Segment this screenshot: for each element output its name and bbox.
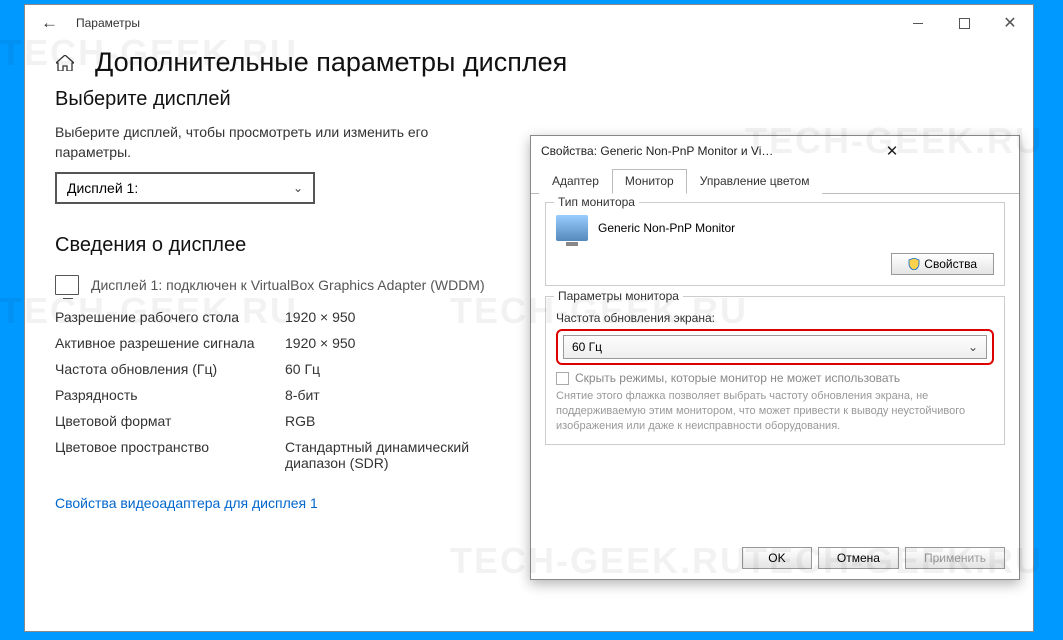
tab-монитор[interactable]: Монитор bbox=[612, 169, 687, 194]
select-display-heading: Выберите дисплей bbox=[55, 88, 1003, 111]
cancel-button[interactable]: Отмена bbox=[818, 547, 899, 569]
info-label: Активное разрешение сигнала bbox=[55, 335, 285, 351]
display-dropdown-value: Дисплей 1: bbox=[67, 180, 138, 196]
maximize-button[interactable] bbox=[941, 5, 987, 41]
apply-button[interactable]: Применить bbox=[905, 547, 1005, 569]
info-value: RGB bbox=[285, 413, 315, 429]
home-icon[interactable] bbox=[55, 54, 75, 72]
titlebar: ← Параметры ✕ bbox=[25, 5, 1033, 41]
window-title: Параметры bbox=[76, 16, 895, 30]
hide-modes-hint: Снятие этого флажка позволяет выбрать ча… bbox=[556, 389, 994, 434]
dialog-title: Свойства: Generic Non-PnP Monitor и Virt… bbox=[541, 144, 775, 158]
chevron-down-icon: ⌄ bbox=[293, 181, 303, 195]
info-value: Стандартный динамический диапазон (SDR) bbox=[285, 439, 485, 471]
monitor-type-icon bbox=[556, 215, 588, 241]
refresh-rate-highlight: 60 Гц ⌄ bbox=[556, 329, 994, 365]
adapter-properties-link[interactable]: Свойства видеоадаптера для дисплея 1 bbox=[55, 495, 318, 511]
chevron-down-icon: ⌄ bbox=[968, 340, 978, 354]
monitor-type-name: Generic Non-PnP Monitor bbox=[598, 221, 735, 235]
info-value: 60 Гц bbox=[285, 361, 320, 377]
info-value: 1920 × 950 bbox=[285, 335, 355, 351]
close-button[interactable]: ✕ bbox=[987, 5, 1033, 41]
minimize-button[interactable] bbox=[895, 5, 941, 41]
tab-адаптер[interactable]: Адаптер bbox=[539, 169, 612, 194]
info-label: Разрядность bbox=[55, 387, 285, 403]
info-value: 1920 × 950 bbox=[285, 309, 355, 325]
shield-icon bbox=[908, 258, 920, 270]
display-dropdown[interactable]: Дисплей 1: ⌄ bbox=[55, 172, 315, 204]
monitor-properties-button[interactable]: Свойства bbox=[891, 253, 994, 275]
refresh-rate-dropdown[interactable]: 60 Гц ⌄ bbox=[563, 335, 987, 359]
dialog-close-button[interactable]: ✕ bbox=[775, 142, 1009, 160]
monitor-type-group: Тип монитора Generic Non-PnP Monitor Сво… bbox=[545, 202, 1005, 286]
refresh-rate-label: Частота обновления экрана: bbox=[556, 311, 715, 325]
monitor-params-group: Параметры монитора Частота обновления эк… bbox=[545, 296, 1005, 445]
info-label: Цветовое пространство bbox=[55, 439, 285, 471]
refresh-rate-value: 60 Гц bbox=[572, 340, 602, 354]
monitor-properties-dialog: Свойства: Generic Non-PnP Monitor и Virt… bbox=[530, 135, 1020, 580]
info-label: Разрешение рабочего стола bbox=[55, 309, 285, 325]
monitor-params-legend: Параметры монитора bbox=[554, 289, 683, 303]
info-label: Частота обновления (Гц) bbox=[55, 361, 285, 377]
tab-управление-цветом[interactable]: Управление цветом bbox=[687, 169, 823, 194]
info-value: 8-бит bbox=[285, 387, 320, 403]
hide-modes-label: Скрыть режимы, которые монитор не может … bbox=[575, 371, 900, 385]
back-button[interactable]: ← bbox=[41, 13, 58, 33]
info-label: Цветовой формат bbox=[55, 413, 285, 429]
dialog-tabs: АдаптерМониторУправление цветом bbox=[531, 166, 1019, 194]
ok-button[interactable]: OK bbox=[742, 547, 812, 569]
page-header: Дополнительные параметры дисплея bbox=[25, 41, 1033, 88]
page-title: Дополнительные параметры дисплея bbox=[95, 47, 567, 78]
dialog-titlebar: Свойства: Generic Non-PnP Monitor и Virt… bbox=[531, 136, 1019, 166]
monitor-type-legend: Тип монитора bbox=[554, 195, 639, 209]
hide-modes-checkbox[interactable] bbox=[556, 372, 569, 385]
monitor-icon bbox=[55, 275, 79, 295]
select-display-desc: Выберите дисплей, чтобы просмотреть или … bbox=[55, 123, 435, 162]
